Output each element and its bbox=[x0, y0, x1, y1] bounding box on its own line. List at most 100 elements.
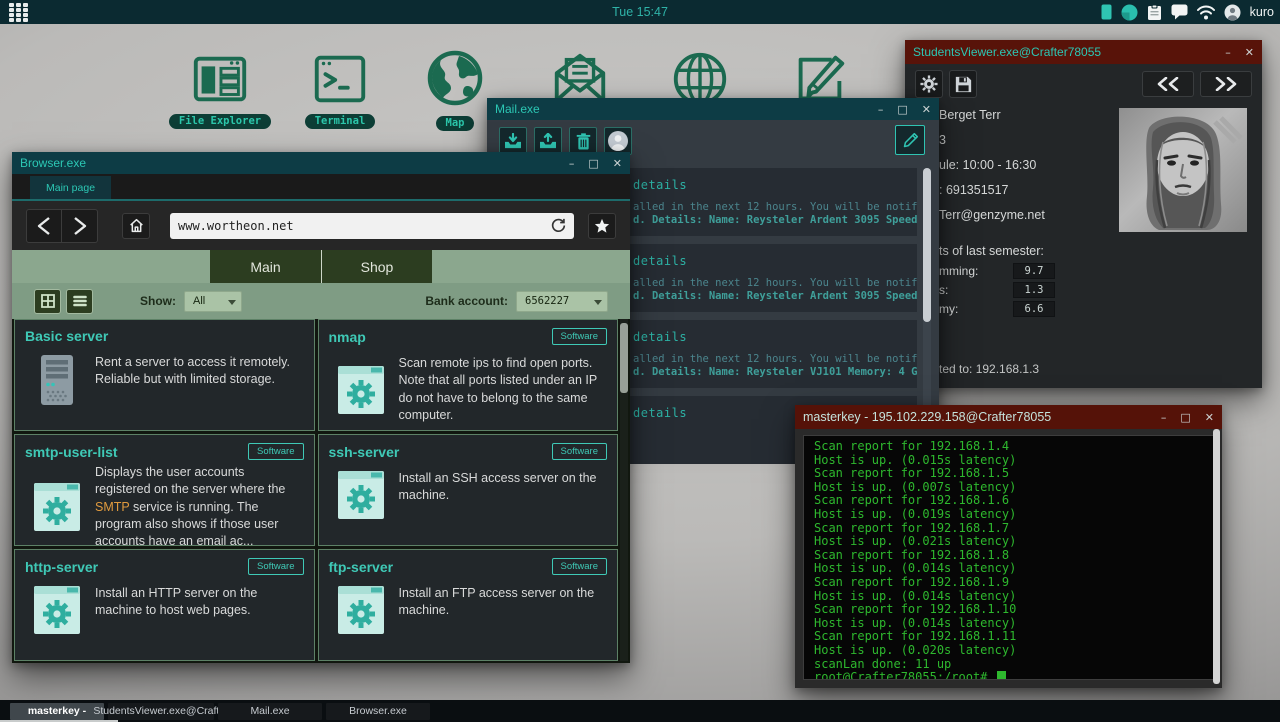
inbox-icon bbox=[504, 133, 522, 149]
clipboard-icon[interactable] bbox=[1147, 4, 1162, 21]
minimize-icon[interactable]: – bbox=[569, 157, 575, 170]
close-icon[interactable]: ✕ bbox=[613, 157, 622, 170]
compose-button[interactable] bbox=[895, 125, 925, 155]
item-title: Basic server bbox=[25, 328, 108, 344]
battery-icon[interactable] bbox=[1101, 4, 1112, 20]
save-button[interactable] bbox=[949, 70, 977, 98]
browser-tabstrip: Main page bbox=[12, 174, 630, 201]
desktop-icon-terminal[interactable]: Terminal bbox=[278, 48, 402, 129]
url-input[interactable] bbox=[178, 219, 551, 233]
item-badge: Software bbox=[248, 558, 304, 575]
bank-account-dropdown[interactable]: 6562227 bbox=[516, 291, 608, 312]
delete-mail-button[interactable] bbox=[569, 127, 597, 155]
back-button[interactable] bbox=[26, 209, 62, 243]
shop-filter-row: Show: All Bank account: 6562227 bbox=[12, 283, 630, 319]
forward-button[interactable] bbox=[62, 209, 98, 243]
contacts-button[interactable] bbox=[604, 127, 632, 155]
floppy-save-icon bbox=[955, 76, 972, 93]
browser-navbar bbox=[12, 201, 630, 250]
inbox-button[interactable] bbox=[499, 127, 527, 155]
maximize-icon[interactable]: □ bbox=[588, 157, 598, 170]
wifi-icon[interactable] bbox=[1197, 5, 1215, 20]
close-icon[interactable]: ✕ bbox=[1245, 46, 1254, 59]
terminal-line: Scan report for 192.168.1.7 bbox=[814, 522, 1213, 536]
close-icon[interactable]: ✕ bbox=[922, 103, 931, 116]
maximize-icon[interactable]: □ bbox=[897, 103, 907, 116]
shop-scrollbar[interactable] bbox=[620, 319, 628, 661]
item-title: http-server bbox=[25, 559, 98, 575]
apps-grid-icon[interactable] bbox=[5, 2, 31, 22]
item-description: Displays the user accounts registered on… bbox=[95, 464, 300, 550]
item-title: smtp-user-list bbox=[25, 444, 118, 460]
browser-titlebar[interactable]: Browser.exe – □ ✕ bbox=[12, 152, 630, 174]
students-titlebar[interactable]: StudentsViewer.exe@Crafter78055 – ✕ bbox=[905, 40, 1262, 64]
terminal-line: Scan report for 192.168.1.9 bbox=[814, 576, 1213, 590]
terminal-line: Host is up. (0.007s latency) bbox=[814, 481, 1213, 495]
mail-titlebar[interactable]: Mail.exe – □ ✕ bbox=[487, 98, 939, 120]
shop-item-ssh-server[interactable]: ssh-server Software bbox=[318, 434, 619, 546]
scrollbar-thumb[interactable] bbox=[923, 168, 931, 322]
mail-details-link[interactable]: details bbox=[633, 178, 907, 192]
shop-item-basic-server[interactable]: Basic server bbox=[14, 319, 315, 431]
maximize-icon[interactable]: □ bbox=[1180, 411, 1190, 424]
taskbar-item-masterkey[interactable]: masterkey - bbox=[10, 703, 104, 720]
item-description: Install an FTP access server on the mach… bbox=[399, 585, 604, 635]
mail-preview-line: d. Details: Name: Reysteler VJ101 Memory… bbox=[633, 366, 907, 378]
window-title: masterkey - 195.102.229.158@Crafter78055 bbox=[803, 410, 1161, 424]
shop-item-http-server[interactable]: http-server Software bbox=[14, 549, 315, 661]
terminal-titlebar[interactable]: masterkey - 195.102.229.158@Crafter78055… bbox=[795, 405, 1222, 429]
terminal-line: Host is up. (0.014s latency) bbox=[814, 617, 1213, 631]
desktop-icon-file-explorer[interactable]: File Explorer bbox=[158, 48, 282, 129]
chevron-down-icon bbox=[228, 300, 236, 305]
software-app-icon bbox=[33, 464, 81, 550]
browser-tab[interactable]: Main page bbox=[30, 176, 111, 199]
username[interactable]: kuro bbox=[1250, 5, 1274, 19]
taskbar-item-studentsviewer[interactable]: StudentsViewer.exe@Crafter bbox=[108, 703, 214, 720]
student-record: Berget Terr 3 ule: 10:00 - 16:30 : 69135… bbox=[905, 104, 1262, 388]
terminal-line: Scan report for 192.168.1.6 bbox=[814, 494, 1213, 508]
terminal-line: Host is up. (0.014s latency) bbox=[814, 590, 1213, 604]
chat-icon[interactable] bbox=[1171, 4, 1188, 20]
status-circle-icon[interactable] bbox=[1121, 4, 1138, 21]
mail-details-link[interactable]: details bbox=[633, 254, 907, 268]
bank-account-label: Bank account: bbox=[425, 294, 508, 308]
terminal-icon bbox=[309, 48, 371, 110]
scrollbar-thumb[interactable] bbox=[1213, 429, 1220, 684]
show-filter-dropdown[interactable]: All bbox=[184, 291, 242, 312]
taskbar-item-browser[interactable]: Browser.exe bbox=[326, 703, 430, 720]
list-view-button[interactable] bbox=[66, 289, 93, 314]
bank-account-value: 6562227 bbox=[525, 295, 569, 307]
minimize-icon[interactable]: – bbox=[1161, 411, 1167, 424]
terminal-prompt[interactable]: root@Crafter78055:/root# bbox=[814, 671, 1213, 680]
shop-item-ftp-server[interactable]: ftp-server Software bbox=[318, 549, 619, 661]
close-icon[interactable]: ✕ bbox=[1205, 411, 1214, 424]
outbox-button[interactable] bbox=[534, 127, 562, 155]
settings-button[interactable] bbox=[915, 70, 943, 98]
reload-icon[interactable] bbox=[551, 218, 566, 233]
scrollbar-thumb[interactable] bbox=[620, 323, 628, 393]
grid-view-button[interactable] bbox=[34, 289, 61, 314]
terminal-screen[interactable]: Scan report for 192.168.1.4 Host is up. … bbox=[803, 435, 1214, 680]
previous-student-button[interactable] bbox=[1142, 71, 1194, 97]
bookmark-button[interactable] bbox=[588, 213, 616, 239]
student-email: Terr@genzyme.net bbox=[939, 208, 1045, 222]
student-phone: : 691351517 bbox=[939, 183, 1009, 197]
outbox-icon bbox=[539, 133, 557, 149]
star-icon bbox=[594, 218, 610, 234]
site-tab-main[interactable]: Main bbox=[210, 250, 321, 283]
site-tab-shop[interactable]: Shop bbox=[321, 250, 432, 283]
shop-item-smtp-user-list[interactable]: smtp-user-list Software bbox=[14, 434, 315, 546]
shop-item-nmap[interactable]: nmap Software bbox=[318, 319, 619, 431]
minimize-icon[interactable]: – bbox=[1225, 46, 1231, 59]
mail-scrollbar[interactable] bbox=[923, 168, 931, 417]
url-bar[interactable] bbox=[170, 213, 574, 239]
mail-details-link[interactable]: details bbox=[633, 330, 907, 344]
terminal-scrollbar[interactable] bbox=[1213, 429, 1220, 684]
home-button[interactable] bbox=[122, 213, 150, 239]
next-student-button[interactable] bbox=[1200, 71, 1252, 97]
user-icon[interactable] bbox=[1224, 4, 1241, 21]
taskbar-item-mail[interactable]: Mail.exe bbox=[218, 703, 322, 720]
minimize-icon[interactable]: – bbox=[878, 103, 884, 116]
chevron-down-icon bbox=[594, 300, 602, 305]
item-badge: Software bbox=[552, 443, 608, 460]
